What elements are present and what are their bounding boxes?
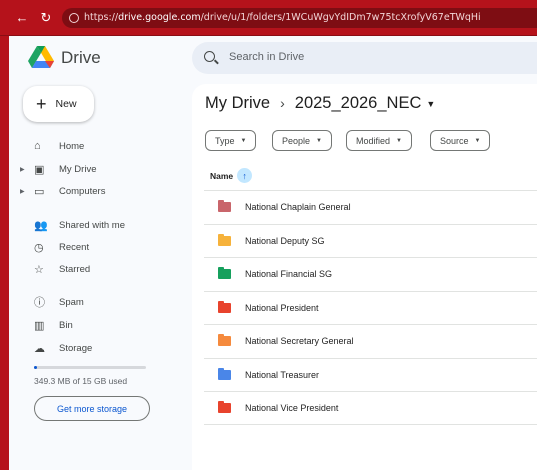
sidebar-item-storage[interactable]: ☁ Storage [24,339,92,357]
filter-source-label: Source [440,135,469,146]
folder-name: National Secretary General [245,336,354,347]
breadcrumb-my-drive[interactable]: My Drive [205,94,270,112]
column-header-label: Name [210,170,234,181]
new-button[interactable]: + New [23,86,94,122]
search-bar[interactable]: Search in Drive [192,42,537,74]
sort-arrow-up-icon[interactable]: ↑ [237,168,253,183]
filter-people[interactable]: People ▼ [272,130,332,151]
filter-modified[interactable]: Modified ▼ [346,130,412,151]
sidebar-item-label: Recent [59,241,90,253]
caret-down-icon: ▼ [240,137,247,144]
sidebar-item-spam[interactable]: ⓘ Spam [24,293,84,311]
expand-caret-icon[interactable]: ▶ [20,166,25,173]
sidebar-item-label: Shared with me [59,219,126,231]
spam-icon: ⓘ [34,297,45,309]
table-row[interactable]: National Deputy SG [204,223,537,258]
star-icon: ☆ [34,263,44,276]
folder-icon [218,400,231,413]
sidebar-item-starred[interactable]: ☆ Starred [24,260,90,278]
filter-modified-label: Modified [356,135,391,146]
folder-name: National Deputy SG [245,235,325,246]
site-info-icon[interactable] [69,13,79,23]
filter-type-label: Type [215,135,235,146]
home-icon: ⌂ [34,140,41,152]
recent-icon: ◷ [34,241,44,254]
search-icon[interactable] [204,51,215,62]
shared-icon: 👥 [34,219,48,232]
sidebar-item-computers[interactable]: ▶ ▭ Computers [20,182,106,200]
sidebar-item-label: Home [59,140,85,152]
plus-icon: + [36,94,47,114]
table-row[interactable]: National Secretary General [204,324,537,358]
filter-people-label: People [282,135,311,146]
table-row[interactable]: National Financial SG [204,257,537,291]
sidebar-item-label: Bin [59,319,73,331]
folder-name: National Chaplain General [245,202,351,213]
bin-icon: ▥ [34,319,45,332]
storage-usage-text: 349.3 MB of 15 GB used [34,376,128,386]
url-prefix: https:// [84,12,119,23]
window-edge [0,36,9,470]
folder-name: National President [245,302,319,313]
breadcrumb-current-folder[interactable]: 2025_2026_NEC [295,94,422,112]
folder-name: National Treasurer [245,369,320,380]
computers-icon: ▭ [34,185,45,198]
drive-logo-icon[interactable] [28,46,54,68]
folder-icon [218,200,231,213]
table-row[interactable]: National Chaplain General [204,190,537,224]
folder-icon [218,334,231,347]
caret-down-icon: ▼ [396,137,402,144]
browser-toolbar: ← ↻ https://drive.google.com/drive/u/1/f… [0,0,537,36]
folder-icon [218,233,231,246]
sidebar-item-recent[interactable]: ◷ Recent [24,238,89,256]
sidebar-item-home[interactable]: ⌂ Home [24,137,84,155]
sidebar-item-label: Storage [59,342,93,354]
filter-type[interactable]: Type ▼ [205,130,257,151]
url-host: drive.google.com [118,12,201,23]
sidebar-item-my-drive[interactable]: ▶ ▣ My Drive [20,160,97,178]
storage-usage-fill [34,366,38,369]
caret-down-icon: ▼ [474,137,481,144]
caret-down-icon: ▼ [316,137,322,144]
caret-down-icon[interactable]: ▼ [426,99,435,109]
table-row[interactable]: National Treasurer [204,357,537,392]
sidebar-item-label: My Drive [59,163,97,175]
folder-name: National Vice President [245,402,339,413]
storage-usage-bar [34,366,146,369]
sidebar-item-shared[interactable]: 👥 Shared with me [24,216,125,234]
sidebar-item-label: Starred [59,263,91,275]
sidebar-item-bin[interactable]: ▥ Bin [24,316,73,334]
file-list: National Chaplain General National Deput… [204,190,537,425]
my-drive-icon: ▣ [34,163,45,176]
cloud-icon: ☁ [34,342,45,355]
url-path: /drive/u/1/folders/1WCuWgvYdIDm7w75tcXro… [200,12,481,23]
reload-icon[interactable]: ↻ [38,10,54,26]
new-button-label: New [55,98,77,110]
app-name[interactable]: Drive [61,48,101,68]
sidebar-item-label: Computers [59,185,106,197]
get-more-storage-button[interactable]: Get more storage [34,396,150,421]
sidebar-item-label: Spam [59,296,84,308]
expand-caret-icon[interactable]: ▶ [20,188,25,195]
table-row[interactable]: National President [204,290,537,325]
folder-icon [218,300,231,313]
back-arrow-icon[interactable]: ← [14,10,30,26]
search-input[interactable]: Search in Drive [229,51,304,63]
table-row[interactable]: National Vice President [204,391,537,425]
breadcrumb: My Drive › 2025_2026_NEC ▼ [205,94,435,113]
chevron-right-icon: › [280,95,285,111]
folder-icon [218,267,231,280]
column-header-name[interactable]: Name ↑ [210,168,253,183]
folder-icon [218,367,231,380]
address-bar[interactable]: https://drive.google.com/drive/u/1/folde… [62,8,537,28]
folder-name: National Financial SG [245,269,333,280]
filter-source[interactable]: Source ▼ [430,130,491,151]
